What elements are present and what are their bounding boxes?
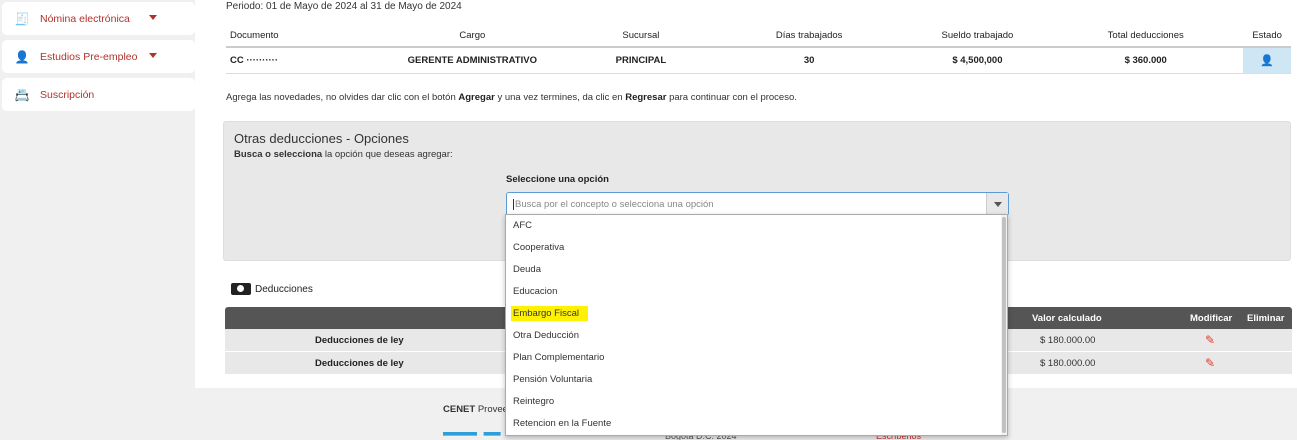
panel-title: Otras deducciones - Opciones: [234, 131, 409, 146]
col-eliminar: Eliminar: [1247, 313, 1285, 324]
sidebar-item-suscripcion[interactable]: 📇 Suscripción: [2, 78, 195, 111]
table-row: CC ·········· GERENTE ADMINISTRATIVO PRI…: [226, 47, 1291, 74]
col-modificar: Modificar: [1190, 313, 1233, 324]
col-deducciones: Total deducciones: [1048, 24, 1244, 48]
dropdown-option[interactable]: AFC: [506, 215, 1007, 237]
deduccion-nombre: Deducciones de ley: [315, 358, 404, 369]
deduccion-valor: $ 180.000.00: [1040, 335, 1096, 346]
dropdown-option[interactable]: Reintegro: [506, 391, 1007, 413]
money-icon: [231, 283, 251, 295]
select-placeholder: Busca por el concepto o selecciona una o…: [513, 199, 714, 210]
select-toggle[interactable]: [986, 193, 1008, 215]
sueldo-cell: $ 4,500,000: [906, 47, 1049, 74]
col-sucursal: Sucursal: [570, 24, 712, 48]
periodo-text: Periodo: 01 de Mayo de 2024 al 31 de May…: [226, 1, 462, 12]
chevron-down-icon: [994, 202, 1002, 207]
user-settings-icon[interactable]: 👤: [1260, 55, 1274, 67]
dropdown-option[interactable]: Deuda: [506, 259, 1007, 281]
dropdown-option[interactable]: Pensión Voluntaria: [506, 369, 1007, 391]
select-label: Seleccione una opción: [506, 174, 609, 185]
id-card-icon: 📇: [14, 87, 30, 102]
col-estado: Estado: [1243, 24, 1291, 48]
dropdown-scrollbar[interactable]: [1001, 215, 1007, 435]
sidebar-item-nomina-electronica[interactable]: 🧾 Nómina electrónica: [2, 2, 195, 35]
deduccion-nombre: Deducciones de ley: [315, 335, 404, 346]
sidebar-item-label: Estudios Pre-empleo: [40, 50, 138, 63]
sidebar-item-label: Suscripción: [40, 88, 95, 101]
cargo-cell: GERENTE ADMINISTRATIVO: [374, 47, 571, 74]
sucursal-cell: PRINCIPAL: [570, 47, 712, 74]
dropdown-option-highlighted[interactable]: Embargo Fiscal: [506, 303, 1007, 325]
col-valor-calculado: Valor calculado: [1032, 313, 1102, 324]
user-add-icon: 👤: [14, 49, 30, 64]
dropdown-option[interactable]: Retencion en la Fuente: [506, 413, 1007, 435]
summary-table: Documento Cargo Sucursal Días trabajados…: [226, 24, 1291, 74]
deducciones-cell: $ 360.000: [1048, 47, 1244, 74]
col-dias: Días trabajados: [711, 24, 907, 48]
dropdown-option[interactable]: Plan Complementario: [506, 347, 1007, 369]
col-cargo: Cargo: [374, 24, 571, 48]
option-dropdown-list[interactable]: AFC Cooperativa Deuda Educacion Embargo …: [505, 214, 1008, 436]
pencil-icon[interactable]: ✎: [1205, 333, 1215, 347]
dropdown-option[interactable]: Otra Deducción: [506, 325, 1007, 347]
col-documento: Documento: [226, 24, 375, 48]
dropdown-option[interactable]: Cooperativa: [506, 237, 1007, 259]
deduccion-valor: $ 180.000.00: [1040, 358, 1096, 369]
option-select[interactable]: Busca por el concepto o selecciona una o…: [506, 192, 1009, 216]
panel-subtitle: Busca o selecciona la opción que deseas …: [234, 149, 453, 160]
pencil-icon[interactable]: ✎: [1205, 356, 1215, 370]
estado-cell[interactable]: 👤: [1243, 47, 1291, 74]
sidebar-item-estudios-pre-empleo[interactable]: 👤 Estudios Pre-empleo: [2, 40, 195, 73]
deducciones-section-title: Deducciones: [231, 283, 313, 295]
footer-text: CENET Provee: [443, 404, 508, 415]
col-sueldo: Sueldo trabajado: [906, 24, 1049, 48]
dias-cell: 30: [711, 47, 907, 74]
sidebar-item-label: Nómina electrónica: [40, 12, 130, 25]
dropdown-option[interactable]: Educacion: [506, 281, 1007, 303]
chevron-down-icon: [149, 15, 157, 20]
chevron-down-icon: [149, 53, 157, 58]
documento-cell: CC ··········: [226, 47, 375, 74]
invoice-icon: 🧾: [14, 11, 30, 26]
table-header-row: Documento Cargo Sucursal Días trabajados…: [226, 24, 1291, 48]
instruccion-text: Agrega las novedades, no olvides dar cli…: [226, 92, 797, 103]
